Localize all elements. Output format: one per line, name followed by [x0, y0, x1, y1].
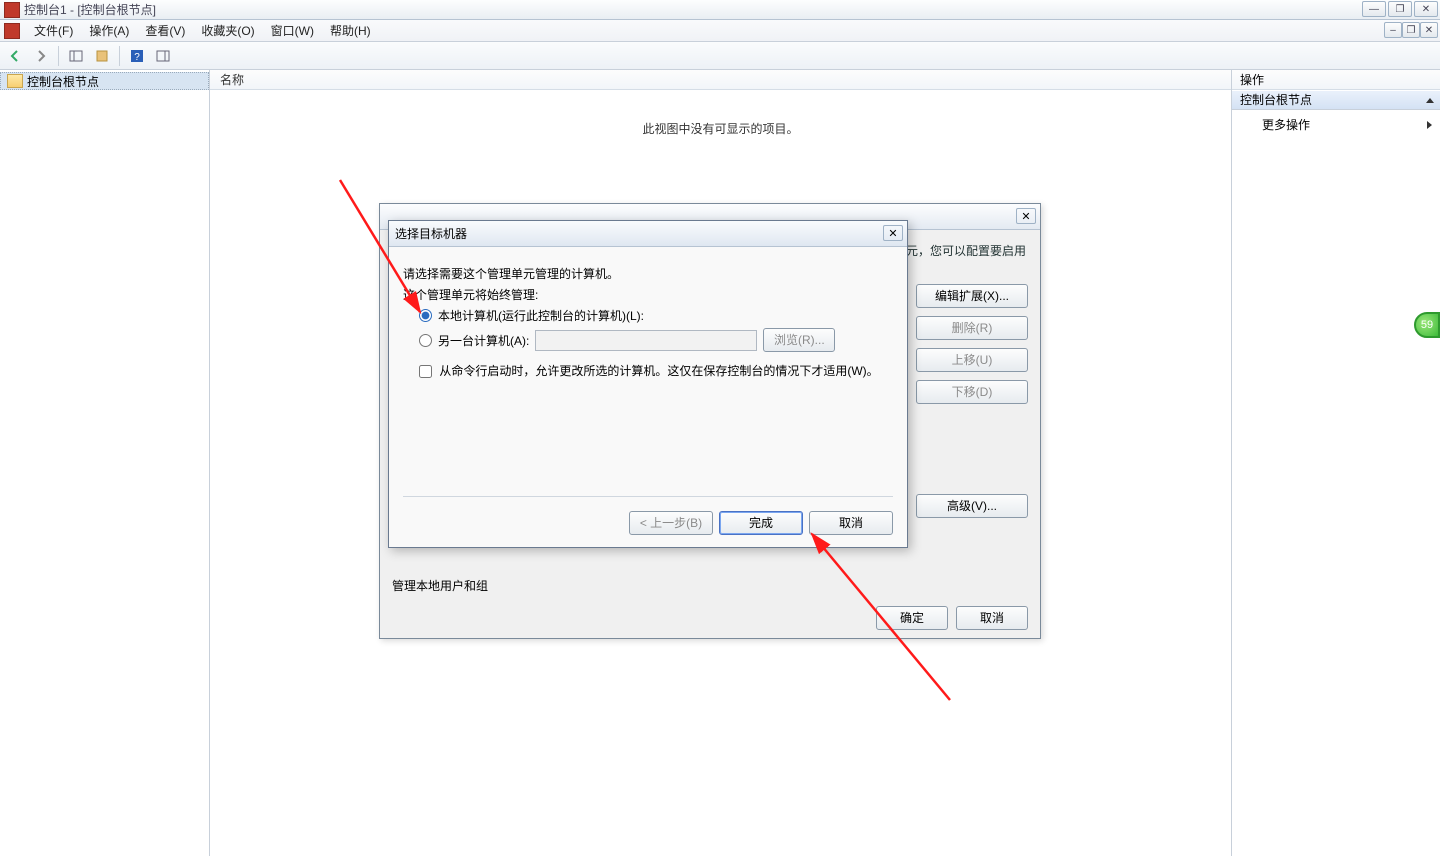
- dialog-separator: [403, 496, 893, 497]
- actions-more[interactable]: 更多操作: [1232, 110, 1440, 139]
- floating-badge[interactable]: 59: [1414, 312, 1440, 338]
- floating-badge-value: 59: [1421, 319, 1433, 331]
- toolbar-separator: [58, 46, 59, 66]
- menu-window[interactable]: 窗口(W): [263, 20, 322, 41]
- actions-more-label: 更多操作: [1262, 116, 1310, 133]
- wizard-back-button[interactable]: < 上一步(B): [629, 511, 713, 535]
- allow-change-label: 从命令行启动时，允许更改所选的计算机。这仅在保存控制台的情况下才适用(W)。: [439, 364, 878, 378]
- minimize-button[interactable]: —: [1362, 1, 1386, 17]
- actions-section[interactable]: 控制台根节点: [1232, 90, 1440, 110]
- move-down-button[interactable]: 下移(D): [916, 380, 1028, 404]
- toolbar: ?: [0, 42, 1440, 70]
- collapse-icon: [1426, 98, 1434, 103]
- front-dialog-subtitle: 这个管理单元将始终管理:: [403, 286, 893, 303]
- mdi-close-button[interactable]: ✕: [1420, 22, 1438, 38]
- actions-pane-header: 操作: [1232, 70, 1440, 90]
- select-target-computer-dialog: 选择目标机器 ✕ 请选择需要这个管理单元管理的计算机。 这个管理单元将始终管理:…: [388, 220, 908, 548]
- actions-section-label: 控制台根节点: [1240, 90, 1312, 110]
- maximize-button[interactable]: ❐: [1388, 1, 1412, 17]
- show-hide-tree-button[interactable]: [65, 45, 87, 67]
- column-header-name[interactable]: 名称: [210, 70, 1231, 90]
- tree-root-label: 控制台根节点: [27, 73, 99, 90]
- actions-pane: 操作 控制台根节点 更多操作: [1232, 70, 1440, 856]
- back-dialog-cancel-button[interactable]: 取消: [956, 606, 1028, 630]
- back-dialog-note-tail: 元，您可以配置要启用: [906, 242, 1026, 259]
- mdi-minimize-button[interactable]: –: [1384, 22, 1402, 38]
- back-button[interactable]: [4, 45, 26, 67]
- radio-other-label: 另一台计算机(A):: [438, 332, 529, 349]
- menu-action[interactable]: 操作(A): [81, 20, 137, 41]
- export-list-button[interactable]: [91, 45, 113, 67]
- front-dialog-title: 选择目标机器: [395, 225, 467, 242]
- remove-button[interactable]: 删除(R): [916, 316, 1028, 340]
- back-dialog-ok-button[interactable]: 确定: [876, 606, 948, 630]
- tree-root-node[interactable]: 控制台根节点: [0, 72, 209, 90]
- menu-view[interactable]: 查看(V): [137, 20, 193, 41]
- titlebar: 控制台1 - [控制台根节点] — ❐ ✕: [0, 0, 1440, 20]
- other-computer-input[interactable]: [535, 330, 757, 351]
- toolbar-separator-2: [119, 46, 120, 66]
- back-dialog-close-button[interactable]: ✕: [1016, 208, 1036, 224]
- menu-favorites[interactable]: 收藏夹(O): [193, 20, 262, 41]
- folder-icon: [7, 74, 23, 88]
- radio-another-computer[interactable]: [419, 334, 432, 347]
- menu-help[interactable]: 帮助(H): [322, 20, 379, 41]
- browse-button[interactable]: 浏览(R)...: [763, 328, 835, 352]
- allow-change-checkbox[interactable]: [419, 365, 432, 378]
- back-dialog-description: 管理本地用户和组: [392, 577, 488, 594]
- help-button[interactable]: ?: [126, 45, 148, 67]
- wizard-cancel-button[interactable]: 取消: [809, 511, 893, 535]
- menu-file[interactable]: 文件(F): [26, 20, 81, 41]
- edit-extensions-button[interactable]: 编辑扩展(X)...: [916, 284, 1028, 308]
- empty-view-message: 此视图中没有可显示的项目。: [210, 120, 1231, 137]
- advanced-button[interactable]: 高级(V)...: [916, 494, 1028, 518]
- radio-local-computer[interactable]: [419, 309, 432, 322]
- front-dialog-close-button[interactable]: ✕: [883, 225, 903, 241]
- wizard-finish-button[interactable]: 完成: [719, 511, 803, 535]
- close-button[interactable]: ✕: [1414, 1, 1438, 17]
- menubar: 文件(F) 操作(A) 查看(V) 收藏夹(O) 窗口(W) 帮助(H) – ❐…: [0, 20, 1440, 42]
- doc-app-icon: [4, 23, 20, 39]
- tree-pane: 控制台根节点: [0, 70, 210, 856]
- mdi-restore-button[interactable]: ❐: [1402, 22, 1420, 38]
- move-up-button[interactable]: 上移(U): [916, 348, 1028, 372]
- front-dialog-instruction: 请选择需要这个管理单元管理的计算机。: [403, 265, 893, 282]
- show-hide-action-pane-button[interactable]: [152, 45, 174, 67]
- svg-text:?: ?: [134, 52, 140, 63]
- front-dialog-titlebar[interactable]: 选择目标机器 ✕: [389, 221, 907, 247]
- radio-local-label: 本地计算机(运行此控制台的计算机)(L):: [438, 307, 644, 324]
- app-icon: [4, 2, 20, 18]
- forward-button[interactable]: [30, 45, 52, 67]
- window-title: 控制台1 - [控制台根节点]: [24, 1, 156, 18]
- submenu-arrow-icon: [1427, 121, 1432, 129]
